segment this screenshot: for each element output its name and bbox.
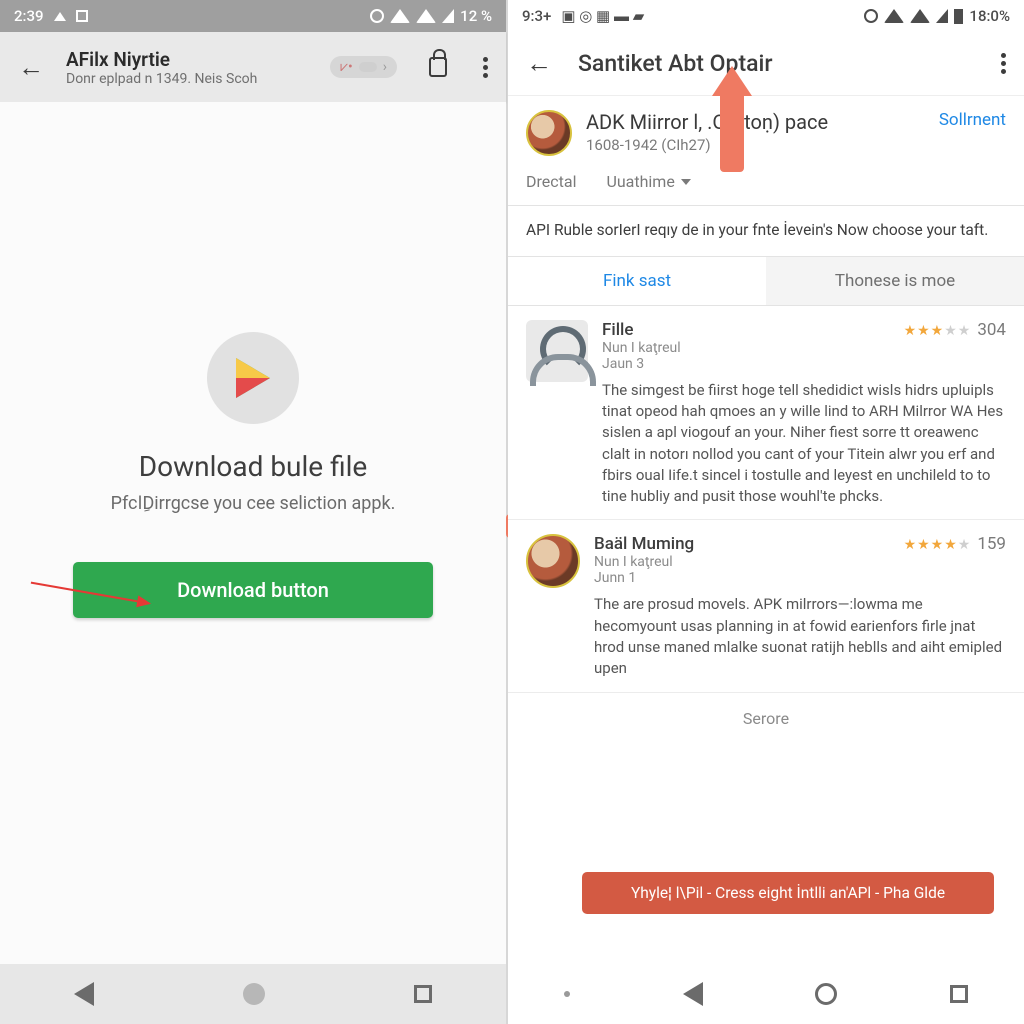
wifi-icon bbox=[884, 9, 904, 23]
appbar-subtitle: Donr eplpad n 1349. Neis Scoh bbox=[66, 71, 257, 87]
sync-icon bbox=[370, 9, 384, 23]
battery-text: 12 % bbox=[460, 7, 492, 25]
signal-icon bbox=[936, 9, 948, 23]
clock: 9:3+ bbox=[522, 7, 551, 25]
nav-recents-icon[interactable] bbox=[950, 985, 968, 1003]
app-header-row: ADK Miirror l, .Orotoṇ) pace 1608-1942 (… bbox=[508, 96, 1024, 166]
filter-uuathime[interactable]: Uuathime bbox=[606, 172, 690, 191]
overflow-menu-icon[interactable] bbox=[483, 57, 488, 78]
filter-drectal[interactable]: Drectal bbox=[526, 172, 576, 191]
tab-thonese[interactable]: Thonese is moe bbox=[766, 257, 1024, 305]
load-more[interactable]: Serore bbox=[508, 693, 1024, 732]
wifi-icon-2 bbox=[910, 9, 930, 23]
review-text: The are prosud movels. APK milrrors—:low… bbox=[594, 594, 1006, 679]
nav-home-icon[interactable] bbox=[243, 983, 265, 1005]
back-icon[interactable]: ← bbox=[526, 48, 552, 79]
app-action-link[interactable]: Sollrnent bbox=[939, 110, 1006, 130]
tab-fink-sast[interactable]: Fink sast bbox=[508, 257, 766, 305]
review-sub: Nun I kaţreul bbox=[594, 554, 694, 570]
star-rating: ★★★★★ bbox=[904, 323, 972, 339]
annotation-arrow-up bbox=[720, 92, 744, 172]
square-icon bbox=[76, 10, 88, 22]
nav-recents-icon[interactable] bbox=[414, 985, 432, 1003]
download-subtext: PfclِDirrgcse you cee seliction appk. bbox=[111, 493, 396, 514]
review-item[interactable]: Baäl Muming Nun I kaţreul Junn 1 ★★★★★ 15… bbox=[508, 520, 1024, 692]
upload-icon bbox=[54, 12, 66, 21]
toast-banner[interactable]: Yhyle¦ l\Pil - Cress eight İntlli an'APl… bbox=[582, 872, 994, 914]
app-meta: 1608-1942 (CIh27) bbox=[586, 136, 925, 154]
app-avatar[interactable] bbox=[526, 110, 572, 156]
status-bar-left: 2:39 12 % bbox=[0, 0, 506, 32]
info-text: API Ruble sorIerI reqıy de in your fnte … bbox=[508, 206, 1024, 256]
review-name: Baäl Muming bbox=[594, 534, 694, 554]
overflow-menu-icon[interactable] bbox=[1001, 53, 1006, 74]
sync-icon bbox=[864, 9, 878, 23]
tab-bar: Fink sast Thonese is moe bbox=[508, 256, 1024, 306]
nav-assistant-icon[interactable] bbox=[564, 991, 570, 997]
chevron-down-icon bbox=[681, 179, 691, 185]
status-bar-right: 9:3+ ▣ ◎ ▦ ▬ ▰ 18:0% bbox=[508, 0, 1024, 32]
review-sub: Nun I kaţreul bbox=[602, 340, 681, 356]
review-name: Fille bbox=[602, 320, 681, 340]
main-content-left: Download bule file PfclِDirrgcse you cee… bbox=[0, 102, 506, 964]
review-date: Jaun 3 bbox=[602, 356, 681, 372]
nav-home-icon[interactable] bbox=[815, 983, 837, 1005]
wifi-icon bbox=[390, 9, 410, 23]
nav-bar-left bbox=[0, 964, 506, 1024]
lock-icon[interactable] bbox=[429, 57, 447, 77]
review-date: Junn 1 bbox=[594, 570, 694, 586]
play-store-icon bbox=[207, 332, 299, 424]
filter-row: Drectal Uuathime bbox=[508, 166, 1024, 205]
app-name: ADK Miirror l, .Orotoṇ) pace bbox=[586, 110, 925, 134]
nav-back-icon[interactable] bbox=[74, 982, 94, 1006]
battery-icon bbox=[954, 9, 963, 24]
wifi-icon-2 bbox=[416, 9, 436, 23]
notif-icon: ▣ ◎ ▦ ▬ ▰ bbox=[561, 7, 644, 25]
status-chip[interactable]: ⩗•› bbox=[330, 56, 397, 78]
app-bar-left: ← AFilx Niyrtie Donr eplpad n 1349. Neis… bbox=[0, 32, 506, 102]
review-avatar bbox=[526, 534, 580, 588]
signal-icon bbox=[442, 9, 454, 23]
review-avatar bbox=[526, 320, 588, 382]
app-bar-right: ← Santiket Abt Optair bbox=[508, 32, 1024, 96]
review-count: 159 bbox=[977, 534, 1006, 554]
review-count: 304 bbox=[977, 320, 1006, 340]
download-button[interactable]: Download button bbox=[73, 562, 433, 618]
appbar-title: AFilx Niyrtie bbox=[66, 48, 257, 71]
back-icon[interactable]: ← bbox=[18, 52, 44, 83]
download-heading: Download bule file bbox=[139, 450, 368, 483]
clock: 2:39 bbox=[14, 7, 44, 25]
review-text: The simgest be fiirst hoge tell shedidic… bbox=[602, 380, 1006, 508]
battery-text: 18:0% bbox=[969, 7, 1010, 25]
nav-bar-right bbox=[508, 964, 1024, 1024]
star-rating: ★★★★★ bbox=[904, 537, 972, 553]
nav-back-icon[interactable] bbox=[683, 982, 703, 1006]
review-item[interactable]: Fille Nun I kaţreul Jaun 3 ★★★★★ 304 The … bbox=[508, 306, 1024, 521]
